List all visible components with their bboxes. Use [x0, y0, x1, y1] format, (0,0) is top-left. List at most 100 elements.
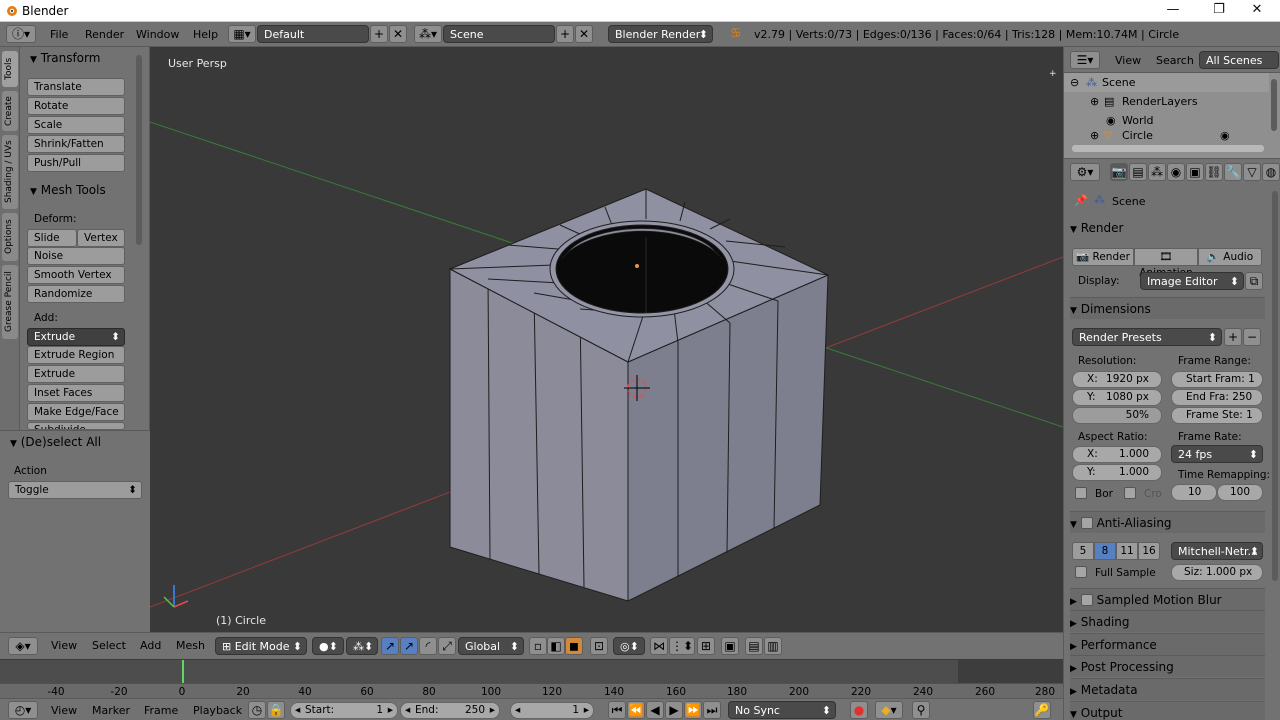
shrink-fatten-button[interactable]: Shrink/Fatten [27, 135, 125, 153]
properties-scrollbar[interactable] [1272, 191, 1278, 581]
scene-icon[interactable]: ⁂▾ [414, 25, 442, 43]
editor-type-3dview-icon[interactable]: ◈▾ [8, 637, 38, 655]
vertex-select-icon[interactable]: ▫ [529, 637, 547, 655]
edge-select-icon[interactable]: ◧ [547, 637, 565, 655]
noise-button[interactable]: Noise [27, 247, 125, 265]
3d-viewport[interactable]: User Persp (1) Circle + [150, 47, 1063, 632]
play-icon[interactable]: ▶ [665, 701, 683, 719]
tab-options[interactable]: Options [2, 213, 18, 261]
editor-type-properties-icon[interactable]: ⚙▾ [1070, 163, 1100, 181]
jump-end-icon[interactable]: ⏭ [703, 701, 721, 719]
time-remap-new-field[interactable]: 100 [1217, 484, 1263, 501]
screen-layout-field[interactable]: Default [257, 25, 369, 43]
menu-render[interactable]: Render [85, 28, 124, 41]
timeline-scale[interactable]: -40 -20 0 20 40 60 80 100 120 140 160 18… [0, 683, 1063, 699]
extrude-menu[interactable]: Extrude ⬍ [27, 328, 125, 346]
constraints-context-icon[interactable]: ⛓ [1205, 163, 1223, 181]
manipulator-toggle-icon[interactable]: ↗ [381, 637, 399, 655]
extrude-region-button[interactable]: Extrude Region [27, 346, 125, 364]
performance-panel-header[interactable]: ▶ Performance [1070, 633, 1265, 655]
menu-playback[interactable]: Playback [193, 704, 242, 717]
push-pull-button[interactable]: Push/Pull [27, 154, 125, 172]
play-reverse-icon[interactable]: ◀ [646, 701, 664, 719]
resolution-y-field[interactable]: Y: 1080 px [1072, 389, 1162, 406]
menu-view[interactable]: View [51, 704, 77, 717]
transform-panel-header[interactable]: ▼ Transform [30, 51, 100, 65]
editor-type-info-icon[interactable]: ⓘ▾ [6, 25, 36, 43]
prev-keyframe-icon[interactable]: ⏪ [627, 701, 645, 719]
anti-aliasing-panel-header[interactable]: ▼ Anti-Aliasing [1070, 511, 1265, 533]
translate-button[interactable]: Translate [27, 78, 125, 96]
add-preset-button[interactable]: + [1224, 328, 1242, 346]
aa-samples-8[interactable]: 8 [1094, 542, 1116, 560]
tab-tools[interactable]: Tools [2, 51, 18, 87]
output-panel-header[interactable]: ▼ Output [1070, 701, 1265, 720]
inset-faces-button[interactable]: Inset Faces [27, 384, 125, 402]
action-select[interactable]: Toggle ⬍ [8, 481, 142, 499]
sampled-motion-blur-panel-header[interactable]: ▶ Sampled Motion Blur [1070, 588, 1265, 610]
translate-manipulator-icon[interactable]: ↗ [400, 637, 418, 655]
timeline-editor[interactable]: -40 -20 0 20 40 60 80 100 120 140 160 18… [0, 659, 1063, 699]
menu-mesh[interactable]: Mesh [176, 639, 205, 652]
outliner-row-scene[interactable]: ⊖ ⁂ Scene [1064, 73, 1269, 92]
menu-search[interactable]: Search [1156, 54, 1194, 67]
rotate-manipulator-icon[interactable]: ◜ [419, 637, 437, 655]
jump-start-icon[interactable]: ⏮ [608, 701, 626, 719]
record-keyframe-icon[interactable]: ● [850, 701, 868, 719]
start-frame-field[interactable]: ◂ Start: 1 ▸ [290, 702, 398, 719]
interaction-mode-select[interactable]: ⊞ Edit Mode ⬍ [215, 637, 307, 655]
post-processing-panel-header[interactable]: ▶ Post Processing [1070, 655, 1265, 677]
make-edge-face-button[interactable]: Make Edge/Face [27, 403, 125, 421]
frame-rate-select[interactable]: 24 fps ⬍ [1171, 445, 1263, 463]
aa-samples-5[interactable]: 5 [1072, 542, 1094, 560]
smooth-vertex-button[interactable]: Smooth Vertex [27, 266, 125, 284]
menu-view[interactable]: View [51, 639, 77, 652]
object-context-icon[interactable]: ▣ [1186, 163, 1204, 181]
snap-element-select[interactable]: ⋮⬍ [669, 637, 695, 655]
end-frame-field[interactable]: ◂ End: 250 ▸ [400, 702, 500, 719]
extrude-individual-button[interactable]: Extrude Individual [27, 365, 125, 396]
tab-shading-uvs[interactable]: Shading / UVs [2, 135, 18, 209]
full-sample-checkbox[interactable] [1075, 566, 1087, 578]
scale-button[interactable]: Scale [27, 116, 125, 134]
slide-edge-button[interactable]: Slide Ed [27, 229, 77, 260]
aspect-y-field[interactable]: Y: 1.000 [1072, 464, 1162, 481]
aa-filter-select[interactable]: Mitchell-Netr... ⬍ [1171, 542, 1263, 560]
menu-file[interactable]: File [50, 28, 68, 41]
tab-grease-pencil[interactable]: Grease Pencil [2, 265, 18, 339]
animation-button[interactable]: 🎞Animation [1134, 248, 1198, 279]
current-frame-indicator[interactable] [182, 660, 184, 683]
remove-scene-button[interactable]: ✕ [575, 25, 593, 43]
menu-frame[interactable]: Frame [144, 704, 178, 717]
frame-step-field[interactable]: Frame Ste: 1 [1171, 407, 1263, 424]
menu-view[interactable]: View [1115, 54, 1141, 67]
data-context-icon[interactable]: ▽ [1243, 163, 1261, 181]
render-engine-select[interactable]: Blender Render ⬍ [608, 25, 713, 43]
auto-keying-icon[interactable]: ⚲ [912, 701, 930, 719]
motion-blur-checkbox[interactable] [1080, 594, 1093, 606]
render-button[interactable]: 📷 Render [1072, 248, 1134, 266]
pin-icon[interactable]: 📌 [1074, 194, 1088, 207]
insert-keyframe-icon[interactable]: 🔑 [1033, 701, 1051, 719]
editor-type-timeline-icon[interactable]: ◴▾ [8, 701, 38, 719]
scale-manipulator-icon[interactable]: ⤢ [438, 637, 456, 655]
scene-field[interactable]: Scene [443, 25, 555, 43]
randomize-button[interactable]: Randomize [27, 285, 125, 303]
outliner-vertical-scrollbar[interactable] [1271, 79, 1277, 131]
aa-samples-16[interactable]: 16 [1138, 542, 1160, 560]
menu-help[interactable]: Help [193, 28, 218, 41]
scene-context-icon[interactable]: ⁂ [1148, 163, 1166, 181]
face-select-icon[interactable]: ◼ [565, 637, 583, 655]
world-context-icon[interactable]: ◉ [1167, 163, 1185, 181]
editor-type-outliner-icon[interactable]: ☰▾ [1070, 51, 1100, 69]
outliner-row-world[interactable]: ◉ World [1064, 111, 1269, 130]
add-scene-button[interactable]: + [556, 25, 574, 43]
render-context-icon[interactable]: 📷 [1110, 163, 1128, 181]
sync-mode-select[interactable]: No Sync ⬍ [728, 701, 836, 719]
resolution-x-field[interactable]: X: 1920 px [1072, 371, 1162, 388]
render-still-icon[interactable]: ▤ [745, 637, 763, 655]
proportional-edit-select[interactable]: ◎⬍ [613, 637, 645, 655]
anti-aliasing-checkbox[interactable] [1080, 517, 1093, 529]
keying-set-icon[interactable]: ◆▾ [875, 701, 903, 719]
crop-checkbox[interactable] [1124, 487, 1136, 499]
